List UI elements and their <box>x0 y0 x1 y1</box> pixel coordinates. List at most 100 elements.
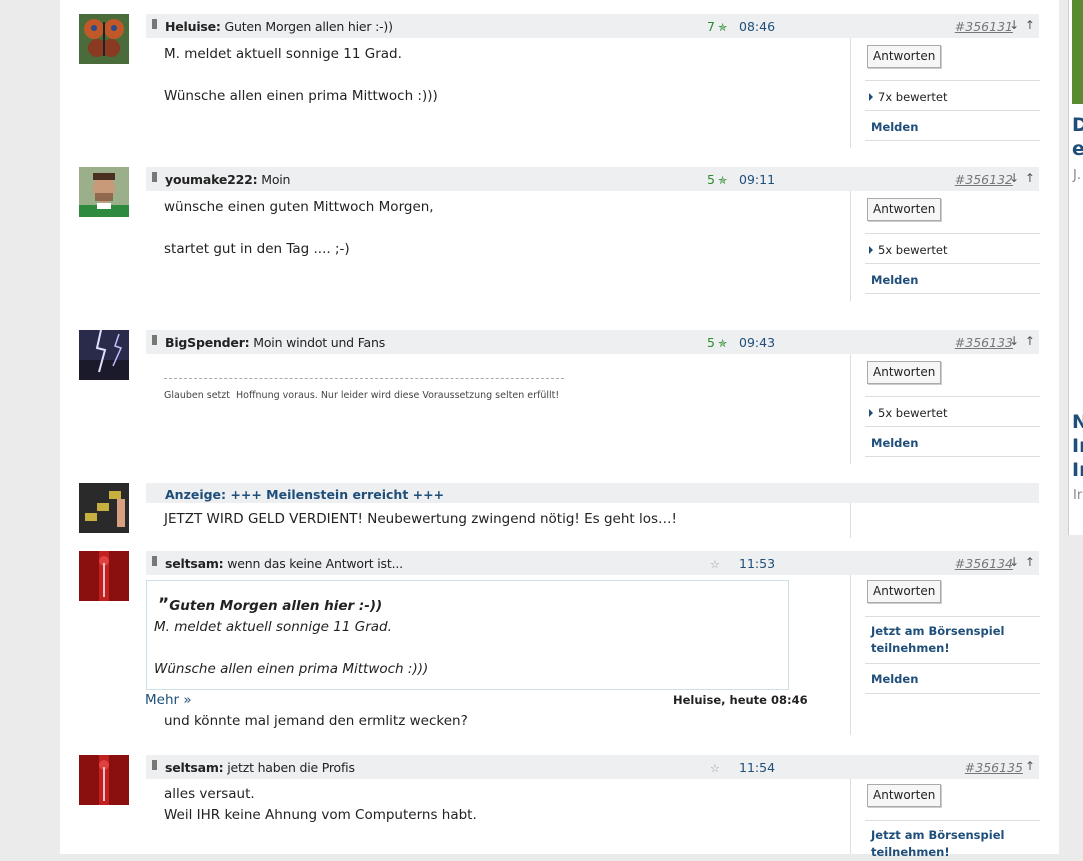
divider <box>865 426 1040 427</box>
star-outline-icon[interactable]: ☆ <box>710 762 720 775</box>
post-marker <box>152 172 157 182</box>
star-icon[interactable]: ✯ <box>718 337 727 350</box>
signature: Glauben setzt Hoffnung voraus. Nur leide… <box>164 390 560 401</box>
nav-up-arrow-icon[interactable]: ↑ <box>1025 759 1036 773</box>
ad-title[interactable]: Anzeige: +++ Meilenstein erreicht +++ <box>165 487 444 502</box>
post-subject: jetzt haben die Profis <box>227 760 355 775</box>
forum-post: seltsam: jetzt haben die Profis ☆ 11:54 … <box>79 755 1040 859</box>
divider <box>865 80 1040 81</box>
divider <box>865 233 1040 234</box>
reply-button[interactable]: Antworten <box>867 45 942 68</box>
post-body: M. meldet aktuell sonnige 11 Grad. Wünsc… <box>164 46 438 104</box>
right-headline-2[interactable]: NInIn <box>1072 410 1083 482</box>
triangle-right-icon <box>869 409 873 417</box>
quote-box: ”Guten Morgen allen hier :-)) M. meldet … <box>146 580 789 690</box>
report-link[interactable]: Melden <box>871 672 918 686</box>
divider <box>865 693 1040 694</box>
stock-game-link[interactable]: Jetzt am Börsenspiel teilnehmen! <box>871 623 1021 657</box>
reply-button[interactable]: Antworten <box>867 361 942 384</box>
star-icon[interactable]: ✯ <box>718 21 727 34</box>
more-link[interactable]: Mehr » <box>145 692 192 708</box>
divider <box>865 616 1040 617</box>
post-time: 09:11 <box>739 172 776 187</box>
post-id-link[interactable]: #356132 <box>955 172 1013 187</box>
post-marker <box>152 335 157 345</box>
post-id-link[interactable]: #356135 <box>965 760 1023 775</box>
rating-toggle[interactable]: 5x bewertet <box>869 243 947 257</box>
triangle-right-icon <box>869 246 873 254</box>
quote-mark-icon: ” <box>158 595 170 615</box>
nav-arrows-icon[interactable]: ↓ ↑ <box>1009 555 1036 569</box>
avatar[interactable] <box>79 330 129 380</box>
vote-count: 5 <box>707 335 715 350</box>
forum-post: Heluise: Guten Morgen allen hier :-)) 7 ✯… <box>79 14 1040 154</box>
right-image[interactable] <box>1072 0 1083 104</box>
ad-post: Anzeige: +++ Meilenstein erreicht +++ JE… <box>79 483 1039 538</box>
reply-button[interactable]: Antworten <box>867 198 942 221</box>
post-id-link[interactable]: #356131 <box>955 19 1013 34</box>
post-actions: Antworten Jetzt am Börsenspiel teilnehme… <box>850 575 1040 735</box>
quote-title: Guten Morgen allen hier :-)) <box>169 598 383 614</box>
post-body: alles versaut. Weil IHR keine Ahnung vom… <box>164 786 477 823</box>
ad-avatar[interactable] <box>79 483 129 533</box>
rating-toggle[interactable]: 7x bewertet <box>869 90 947 104</box>
post-author[interactable]: youmake222: <box>165 172 258 187</box>
report-link[interactable]: Melden <box>871 436 918 450</box>
vote-count: 5 <box>707 172 715 187</box>
post-marker <box>152 760 157 770</box>
nav-arrows-icon[interactable]: ↓ ↑ <box>1009 171 1036 185</box>
right-headline-1[interactable]: De <box>1072 113 1083 161</box>
post-header: seltsam: wenn das keine Antwort ist... ☆… <box>146 551 1039 575</box>
forum-post: BigSpender: Moin windot und Fans 5 ✯ 09:4… <box>79 330 1040 470</box>
star-outline-icon[interactable]: ☆ <box>710 558 720 571</box>
avatar[interactable] <box>79 167 129 217</box>
right-column: De J. NInIn Ir <box>1068 0 1083 535</box>
avatar[interactable] <box>79 14 129 64</box>
ad-header: Anzeige: +++ Meilenstein erreicht +++ <box>146 483 1039 503</box>
post-time: 09:43 <box>739 335 776 350</box>
report-link[interactable]: Melden <box>871 273 918 287</box>
quote-heading: ”Guten Morgen allen hier :-)) <box>158 595 777 617</box>
vote-count: 7 <box>707 19 715 34</box>
avatar[interactable] <box>79 551 129 601</box>
forum-post: youmake222: Moin 5 ✯ 09:11 #356132 ↓ ↑ wü… <box>79 167 1040 307</box>
divider <box>865 456 1040 457</box>
star-icon[interactable]: ✯ <box>718 174 727 187</box>
stock-game-link[interactable]: Jetzt am Börsenspiel teilnehmen! <box>871 827 1021 861</box>
divider <box>865 663 1040 664</box>
post-time: 11:53 <box>739 556 776 571</box>
right-meta: Ir <box>1073 488 1083 503</box>
right-headline-line: e <box>1072 138 1083 160</box>
triangle-right-icon <box>869 93 873 101</box>
nav-arrows-icon[interactable]: ↓ ↑ <box>1009 334 1036 348</box>
right-headline-line: D <box>1072 114 1083 136</box>
post-actions: Antworten Jetzt am Börsenspiel teilnehme… <box>850 779 1040 859</box>
post-id-link[interactable]: #356133 <box>955 335 1013 350</box>
reply-button[interactable]: Antworten <box>867 580 942 603</box>
divider <box>865 110 1040 111</box>
forum-thread: Heluise: Guten Morgen allen hier :-)) 7 ✯… <box>60 0 1059 859</box>
right-headline-line: In <box>1072 435 1083 457</box>
post-author[interactable]: seltsam: <box>165 556 224 571</box>
post-author[interactable]: Heluise: <box>165 19 221 34</box>
post-author[interactable]: seltsam: <box>165 760 224 775</box>
divider <box>865 396 1040 397</box>
post-header: Heluise: Guten Morgen allen hier :-)) 7 ✯… <box>146 14 1039 38</box>
post-id-link[interactable]: #356134 <box>955 556 1013 571</box>
divider <box>865 263 1040 264</box>
post-body: wünsche einen guten Mittwoch Morgen, sta… <box>164 199 434 257</box>
nav-arrows-icon[interactable]: ↓ ↑ <box>1009 18 1036 32</box>
post-subject: Guten Morgen allen hier :-)) <box>224 19 393 34</box>
post-actions: Antworten 5x bewertet Melden <box>850 191 1040 301</box>
quote-source[interactable]: Heluise, heute 08:46 <box>673 693 808 707</box>
post-marker <box>152 19 157 29</box>
quote-body: M. meldet aktuell sonnige 11 Grad. Wünsc… <box>154 619 429 677</box>
ad-body[interactable]: JETZT WIRD GELD VERDIENT! Neubewertung z… <box>164 509 764 530</box>
rating-toggle[interactable]: 5x bewertet <box>869 406 947 420</box>
reply-button[interactable]: Antworten <box>867 784 942 807</box>
rating-label: 7x bewertet <box>878 90 948 104</box>
report-link[interactable]: Melden <box>871 120 918 134</box>
avatar[interactable] <box>79 755 129 805</box>
post-actions: Antworten 5x bewertet Melden <box>850 354 1040 464</box>
post-author[interactable]: BigSpender: <box>165 335 250 350</box>
